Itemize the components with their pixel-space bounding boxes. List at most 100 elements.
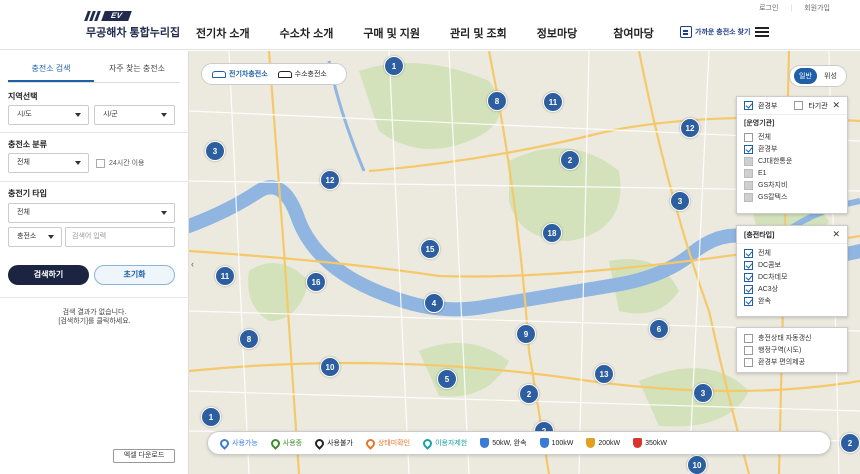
sigun-select-value: 시/군 xyxy=(103,111,118,118)
charger-option[interactable]: DC차데모 xyxy=(737,271,847,283)
sigun-select[interactable]: 시/군 xyxy=(94,105,175,125)
cluster-marker[interactable]: 1 xyxy=(384,56,404,76)
map-view-toggle: 일반 위성 xyxy=(789,65,847,87)
option-checkbox[interactable] xyxy=(744,345,753,355)
charger-option[interactable]: AC3상 xyxy=(737,283,847,295)
cluster-marker[interactable]: 2 xyxy=(519,384,539,404)
reset-button[interactable]: 초기화 xyxy=(94,265,175,285)
view-normal-button[interactable]: 일반 xyxy=(794,68,817,84)
charger-checkbox[interactable] xyxy=(744,260,753,270)
cluster-marker[interactable]: 13 xyxy=(594,364,614,384)
cluster-marker[interactable]: 12 xyxy=(680,118,700,138)
cluster-marker[interactable]: 9 xyxy=(516,324,536,344)
unknown-pin-icon xyxy=(363,436,377,450)
search-input[interactable]: 검색어 입력 xyxy=(65,227,175,247)
charger-checkbox[interactable] xyxy=(744,296,753,306)
operator-checkbox[interactable] xyxy=(744,180,753,190)
operator-checkbox[interactable] xyxy=(744,144,753,154)
sido-select-value: 시/도 xyxy=(17,111,32,118)
legend-item: 이용자제한 xyxy=(421,436,467,450)
open24-checkbox[interactable] xyxy=(96,158,105,168)
search-field-value: 충전소 xyxy=(17,233,37,240)
cluster-marker[interactable]: 3 xyxy=(670,191,690,211)
cluster-marker[interactable]: 3 xyxy=(693,383,713,403)
operator-option[interactable]: CJ대한통운 xyxy=(737,155,847,167)
charger-panel-title: [충전타입] xyxy=(744,231,775,239)
cluster-marker[interactable]: 15 xyxy=(420,239,440,259)
nav-info[interactable]: 정보마당 xyxy=(537,25,577,41)
tab-station-search[interactable]: 충전소 검색 xyxy=(8,61,94,82)
nav-purchase-support[interactable]: 구매 및 지원 xyxy=(363,25,420,41)
cluster-marker[interactable]: 8 xyxy=(239,329,259,349)
cluster-marker[interactable]: 2 xyxy=(840,433,860,453)
close-icon[interactable]: ✕ xyxy=(832,229,840,240)
operator-checkbox[interactable] xyxy=(744,192,753,202)
other-agency-tab[interactable]: 타기관 xyxy=(808,101,827,111)
cluster-marker[interactable]: 10 xyxy=(687,455,707,474)
operator-checkbox[interactable] xyxy=(744,132,753,142)
charger-option[interactable]: 완속 xyxy=(737,295,847,307)
cluster-marker[interactable]: 1 xyxy=(201,407,221,427)
tab-favorite-stations[interactable]: 자주 찾는 충전소 xyxy=(94,61,180,82)
operator-option[interactable]: GS차지비 xyxy=(737,179,847,191)
operator-label: GS차지비 xyxy=(758,182,788,189)
charger-type-panel: [충전타입] ✕ 전체 DC콤보 DC차데모 AC3상 완속 xyxy=(736,225,848,317)
map-option[interactable]: 환경부 편의제공 xyxy=(737,356,847,368)
station-type-select[interactable]: 전체 xyxy=(8,153,89,173)
charger-checkbox[interactable] xyxy=(744,284,753,294)
cluster-marker[interactable]: 3 xyxy=(205,141,225,161)
view-satellite-button[interactable]: 위성 xyxy=(819,68,842,84)
open24-checkbox-row[interactable]: 24시간 이용 xyxy=(96,158,145,168)
search-button[interactable]: 검색하기 xyxy=(8,265,89,285)
station-map[interactable]: 전기차충전소 수소충전소 일반 위성 ‹ 1 8 11 3 12 2 12 3 … xyxy=(189,51,860,474)
site-logo[interactable]: EV 무공해차 통합누리집 xyxy=(84,10,186,42)
charger-type-select[interactable]: 전체 xyxy=(8,203,175,223)
operator-checkbox[interactable] xyxy=(744,168,753,178)
ministry-checkbox[interactable] xyxy=(744,101,753,110)
cluster-marker[interactable]: 11 xyxy=(543,92,563,112)
operator-option[interactable]: 전체 xyxy=(737,131,847,143)
nav-hydrogen-intro[interactable]: 수소차 소개 xyxy=(280,25,334,41)
charger-label: 전체 xyxy=(758,250,771,257)
charger-checkbox[interactable] xyxy=(744,248,753,258)
nav-manage-lookup[interactable]: 관리 및 조회 xyxy=(450,25,507,41)
cluster-marker[interactable]: 11 xyxy=(215,266,235,286)
signup-link[interactable]: 회원가입 xyxy=(790,3,830,13)
divider xyxy=(0,132,189,133)
nav-ev-intro[interactable]: 전기차 소개 xyxy=(196,25,250,41)
other-agency-checkbox[interactable] xyxy=(794,101,804,110)
sido-select[interactable]: 시/도 xyxy=(8,105,89,125)
charger-checkbox[interactable] xyxy=(744,272,753,282)
ev-station-mode[interactable]: 전기차충전소 xyxy=(202,69,268,79)
cluster-marker[interactable]: 8 xyxy=(487,91,507,111)
charger-option[interactable]: 전체 xyxy=(737,247,847,259)
map-option[interactable]: 충전상태 자동갱신 xyxy=(737,332,847,344)
cluster-marker[interactable]: 10 xyxy=(320,357,340,377)
excel-download-button[interactable]: 엑셀 다운로드 xyxy=(113,449,175,463)
nav-participation[interactable]: 참여마당 xyxy=(613,25,653,41)
cluster-marker[interactable]: 5 xyxy=(437,369,457,389)
operator-option[interactable]: 환경부 xyxy=(737,143,847,155)
cluster-marker[interactable]: 16 xyxy=(306,272,326,292)
collapse-sidebar-icon[interactable]: ‹ xyxy=(191,259,194,269)
cluster-marker[interactable]: 12 xyxy=(320,170,340,190)
operator-checkbox[interactable] xyxy=(744,156,753,166)
map-option[interactable]: 행정구역(시도) xyxy=(737,344,847,356)
login-link[interactable]: 로그인 xyxy=(759,3,778,13)
cluster-marker[interactable]: 2 xyxy=(560,150,580,170)
charger-option[interactable]: DC콤보 xyxy=(737,259,847,271)
option-checkbox[interactable] xyxy=(744,333,753,343)
cluster-marker[interactable]: 18 xyxy=(542,223,562,243)
cluster-marker[interactable]: 4 xyxy=(424,293,444,313)
operator-label: GS칼텍스 xyxy=(758,194,788,201)
nearby-station-finder[interactable]: 가까운 충전소 찾기 xyxy=(680,26,750,38)
ministry-tab[interactable]: 환경부 xyxy=(758,101,777,111)
cluster-marker[interactable]: 6 xyxy=(649,319,669,339)
operator-option[interactable]: E1 xyxy=(737,167,847,179)
close-icon[interactable]: ✕ xyxy=(832,100,840,111)
option-checkbox[interactable] xyxy=(744,357,753,367)
h2-station-mode[interactable]: 수소충전소 xyxy=(268,69,327,79)
operator-option[interactable]: GS칼텍스 xyxy=(737,191,847,203)
search-field-select[interactable]: 충전소 xyxy=(8,227,62,247)
menu-icon[interactable] xyxy=(755,27,769,37)
